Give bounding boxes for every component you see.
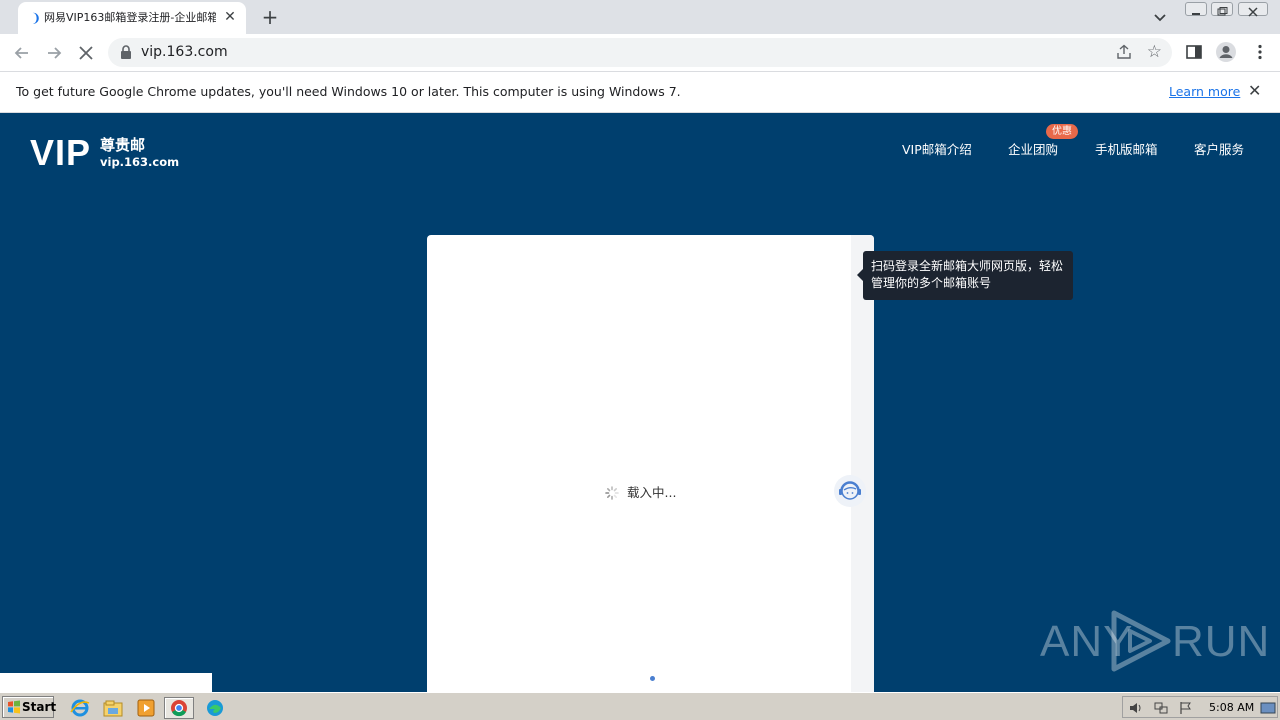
watermark-run: RUN: [1172, 617, 1271, 666]
nav-vip-intro[interactable]: VIP邮箱介绍: [902, 142, 972, 158]
bookmark-star-icon[interactable]: ☆: [1147, 42, 1162, 62]
address-bar[interactable]: vip.163.com ☆: [108, 38, 1172, 67]
media-player-icon[interactable]: [134, 697, 158, 719]
login-panel-sidebar: [851, 235, 874, 692]
back-button[interactable]: [11, 42, 33, 64]
nav-customer-service[interactable]: 客户服务: [1194, 142, 1244, 158]
action-center-flag-icon[interactable]: [1178, 700, 1194, 716]
lock-icon[interactable]: [120, 45, 132, 59]
nav-group-buy[interactable]: 企业团购: [1008, 142, 1058, 158]
side-panel-icon[interactable]: [1185, 43, 1203, 61]
stop-loading-button[interactable]: [75, 42, 97, 64]
nav-mobile-mail[interactable]: 手机版邮箱: [1095, 142, 1158, 158]
windows-logo-icon: [8, 700, 20, 714]
bottom-left-overlay: [0, 673, 212, 692]
loading-favicon-icon: ❩: [31, 11, 42, 25]
address-url[interactable]: vip.163.com: [141, 44, 228, 61]
page-content: VIP 尊贵邮 vip.163.com VIP邮箱介绍 企业团购 优惠 手机版邮…: [0, 113, 1280, 692]
tab-title: 网易VIP163邮箱登录注册-企业邮箱: [44, 11, 216, 24]
share-icon[interactable]: [1116, 44, 1132, 60]
internet-explorer-icon[interactable]: [68, 697, 92, 719]
infobar-message: To get future Google Chrome updates, you…: [16, 84, 681, 99]
browser-toolbar: vip.163.com ☆: [0, 34, 1280, 72]
vip-logo[interactable]: VIP: [30, 133, 91, 173]
volume-icon[interactable]: [1128, 700, 1144, 716]
qr-login-tooltip: 扫码登录全新邮箱大师网页版，轻松管理你的多个邮箱账号: [857, 251, 1073, 300]
forward-arrow-icon: [48, 47, 62, 59]
file-explorer-icon[interactable]: [101, 697, 125, 719]
loading-text: 载入中...: [627, 485, 677, 500]
start-label: Start: [22, 700, 57, 714]
network-icon[interactable]: [1153, 700, 1169, 716]
customer-support-icon[interactable]: [833, 474, 867, 508]
browser-tab[interactable]: ❩ 网易VIP163邮箱登录注册-企业邮箱 ✕: [18, 2, 246, 34]
spinner-icon: [605, 486, 619, 500]
tab-strip: ❩ 网易VIP163邮箱登录注册-企业邮箱 ✕ +: [0, 0, 1280, 34]
taskbar-clock[interactable]: 5:08 AM: [1209, 700, 1254, 715]
windows-taskbar: Start 5:08 AM: [0, 692, 1280, 720]
logo-tagline: 尊贵邮: [100, 136, 146, 154]
forward-button[interactable]: [43, 42, 65, 64]
tab-search-chevron-icon[interactable]: [1152, 9, 1168, 25]
new-tab-button[interactable]: +: [259, 6, 281, 28]
logo-domain: vip.163.com: [100, 155, 180, 169]
window-close-button[interactable]: [1238, 2, 1268, 17]
edge-icon[interactable]: [203, 697, 227, 719]
tab-close-icon[interactable]: ✕: [222, 9, 238, 25]
menu-kebab-icon[interactable]: [1251, 43, 1269, 61]
stop-icon: [79, 46, 93, 60]
system-tray: 5:08 AM: [1122, 696, 1278, 718]
chrome-taskbar-button[interactable]: [164, 697, 194, 719]
chrome-icon: [171, 700, 187, 717]
show-desktop-icon[interactable]: [1260, 700, 1276, 716]
start-button[interactable]: Start: [2, 696, 57, 718]
update-infobar: To get future Google Chrome updates, you…: [0, 72, 1280, 113]
learn-more-link[interactable]: Learn more: [1169, 84, 1240, 100]
window-restore-button[interactable]: [1211, 2, 1233, 16]
carousel-dot[interactable]: [650, 676, 655, 681]
infobar-close-icon[interactable]: ✕: [1248, 82, 1261, 100]
login-panel: 载入中...: [427, 235, 874, 692]
window-minimize-button[interactable]: [1185, 2, 1207, 16]
play-logo-icon: [1111, 610, 1171, 672]
discount-badge: 优惠: [1046, 124, 1078, 139]
profile-avatar-icon[interactable]: [1215, 41, 1237, 63]
back-arrow-icon: [14, 47, 28, 59]
